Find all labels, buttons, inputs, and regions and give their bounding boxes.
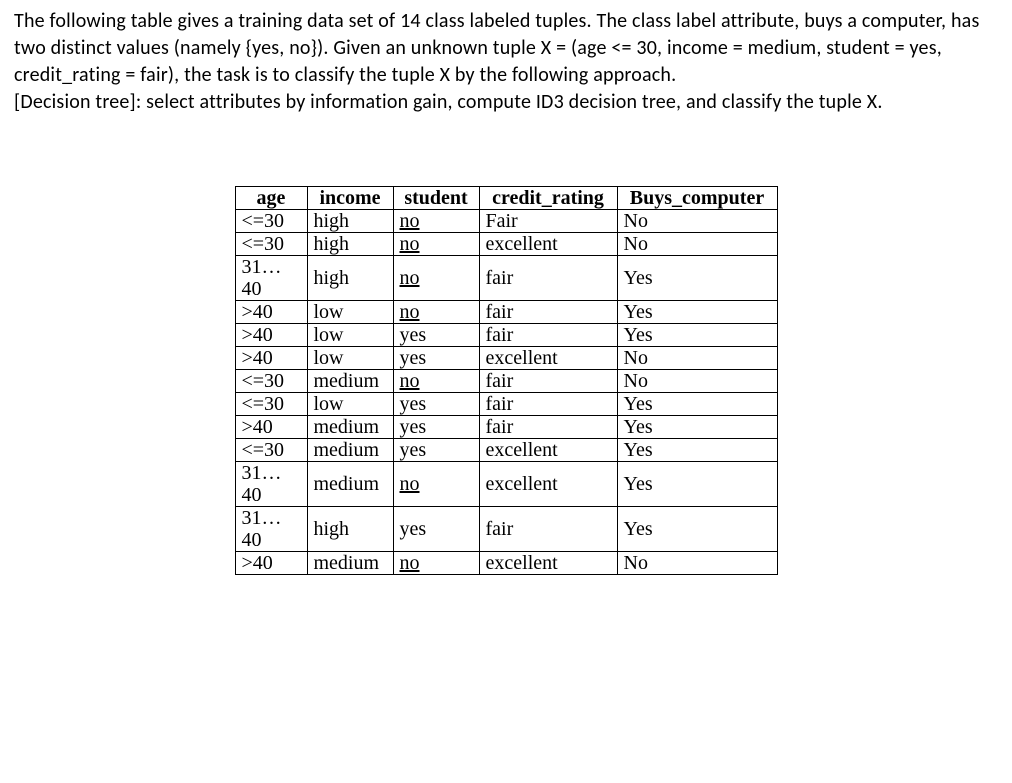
- cell-income: low: [307, 301, 393, 324]
- table-row: <=30mediumnofairNo: [235, 370, 777, 393]
- cell-buys_computer: Yes: [617, 507, 777, 552]
- cell-buys_computer: Yes: [617, 439, 777, 462]
- cell-income: high: [307, 256, 393, 301]
- cell-student: no: [393, 210, 479, 233]
- cell-student: yes: [393, 347, 479, 370]
- cell-credit_rating: fair: [479, 393, 617, 416]
- cell-credit_rating: Fair: [479, 210, 617, 233]
- table-row: <=30highnoexcellentNo: [235, 233, 777, 256]
- cell-credit_rating: fair: [479, 324, 617, 347]
- cell-student: no: [393, 552, 479, 575]
- cell-age: >40: [235, 347, 307, 370]
- cell-age: >40: [235, 416, 307, 439]
- cell-income: medium: [307, 370, 393, 393]
- cell-age: >40: [235, 552, 307, 575]
- cell-age: <=30: [235, 370, 307, 393]
- cell-income: high: [307, 210, 393, 233]
- cell-credit_rating: excellent: [479, 347, 617, 370]
- cell-buys_computer: No: [617, 233, 777, 256]
- cell-student: yes: [393, 324, 479, 347]
- table-row: >40lowyesexcellentNo: [235, 347, 777, 370]
- cell-buys_computer: No: [617, 210, 777, 233]
- cell-age: 31…40: [235, 462, 307, 507]
- cell-credit_rating: excellent: [479, 462, 617, 507]
- cell-credit_rating: fair: [479, 416, 617, 439]
- cell-credit_rating: excellent: [479, 233, 617, 256]
- cell-age: <=30: [235, 210, 307, 233]
- training-data-table: age income student credit_rating Buys_co…: [235, 186, 778, 575]
- cell-age: 31…40: [235, 256, 307, 301]
- cell-student: yes: [393, 439, 479, 462]
- cell-income: low: [307, 393, 393, 416]
- cell-buys_computer: Yes: [617, 462, 777, 507]
- table-row: >40lownofairYes: [235, 301, 777, 324]
- problem-paragraph: The following table gives a training dat…: [14, 9, 979, 87]
- cell-income: high: [307, 507, 393, 552]
- cell-student: no: [393, 462, 479, 507]
- table-row: 31…40mediumnoexcellentYes: [235, 462, 777, 507]
- table-row: 31…40highyesfairYes: [235, 507, 777, 552]
- cell-credit_rating: excellent: [479, 552, 617, 575]
- cell-credit_rating: fair: [479, 370, 617, 393]
- cell-credit_rating: fair: [479, 256, 617, 301]
- cell-income: high: [307, 233, 393, 256]
- col-header-age: age: [235, 187, 307, 210]
- cell-buys_computer: Yes: [617, 393, 777, 416]
- table-row: <=30highnoFairNo: [235, 210, 777, 233]
- training-data-table-wrap: age income student credit_rating Buys_co…: [14, 186, 998, 575]
- table-row: <=30mediumyesexcellentYes: [235, 439, 777, 462]
- cell-student: yes: [393, 507, 479, 552]
- cell-student: no: [393, 301, 479, 324]
- cell-student: no: [393, 233, 479, 256]
- col-header-credit-rating: credit_rating: [479, 187, 617, 210]
- cell-age: <=30: [235, 393, 307, 416]
- cell-buys_computer: No: [617, 552, 777, 575]
- problem-statement: The following table gives a training dat…: [14, 8, 998, 116]
- col-header-buys-computer: Buys_computer: [617, 187, 777, 210]
- cell-buys_computer: Yes: [617, 301, 777, 324]
- decision-tree-instruction: [Decision tree]: select attributes by in…: [14, 90, 883, 114]
- table-row: 31…40highnofairYes: [235, 256, 777, 301]
- cell-buys_computer: No: [617, 347, 777, 370]
- cell-buys_computer: Yes: [617, 416, 777, 439]
- cell-student: yes: [393, 416, 479, 439]
- cell-income: medium: [307, 462, 393, 507]
- cell-student: no: [393, 256, 479, 301]
- col-header-student: student: [393, 187, 479, 210]
- col-header-income: income: [307, 187, 393, 210]
- table-row: >40lowyesfairYes: [235, 324, 777, 347]
- table-row: >40mediumnoexcellentNo: [235, 552, 777, 575]
- cell-age: <=30: [235, 439, 307, 462]
- table-row: >40mediumyesfairYes: [235, 416, 777, 439]
- cell-income: medium: [307, 416, 393, 439]
- cell-student: yes: [393, 393, 479, 416]
- cell-buys_computer: Yes: [617, 256, 777, 301]
- table-header-row: age income student credit_rating Buys_co…: [235, 187, 777, 210]
- cell-credit_rating: excellent: [479, 439, 617, 462]
- cell-credit_rating: fair: [479, 301, 617, 324]
- cell-age: >40: [235, 324, 307, 347]
- table-row: <=30lowyesfairYes: [235, 393, 777, 416]
- cell-age: 31…40: [235, 507, 307, 552]
- cell-age: >40: [235, 301, 307, 324]
- cell-buys_computer: No: [617, 370, 777, 393]
- cell-income: medium: [307, 439, 393, 462]
- cell-income: low: [307, 324, 393, 347]
- cell-income: low: [307, 347, 393, 370]
- cell-age: <=30: [235, 233, 307, 256]
- cell-buys_computer: Yes: [617, 324, 777, 347]
- cell-student: no: [393, 370, 479, 393]
- cell-credit_rating: fair: [479, 507, 617, 552]
- cell-income: medium: [307, 552, 393, 575]
